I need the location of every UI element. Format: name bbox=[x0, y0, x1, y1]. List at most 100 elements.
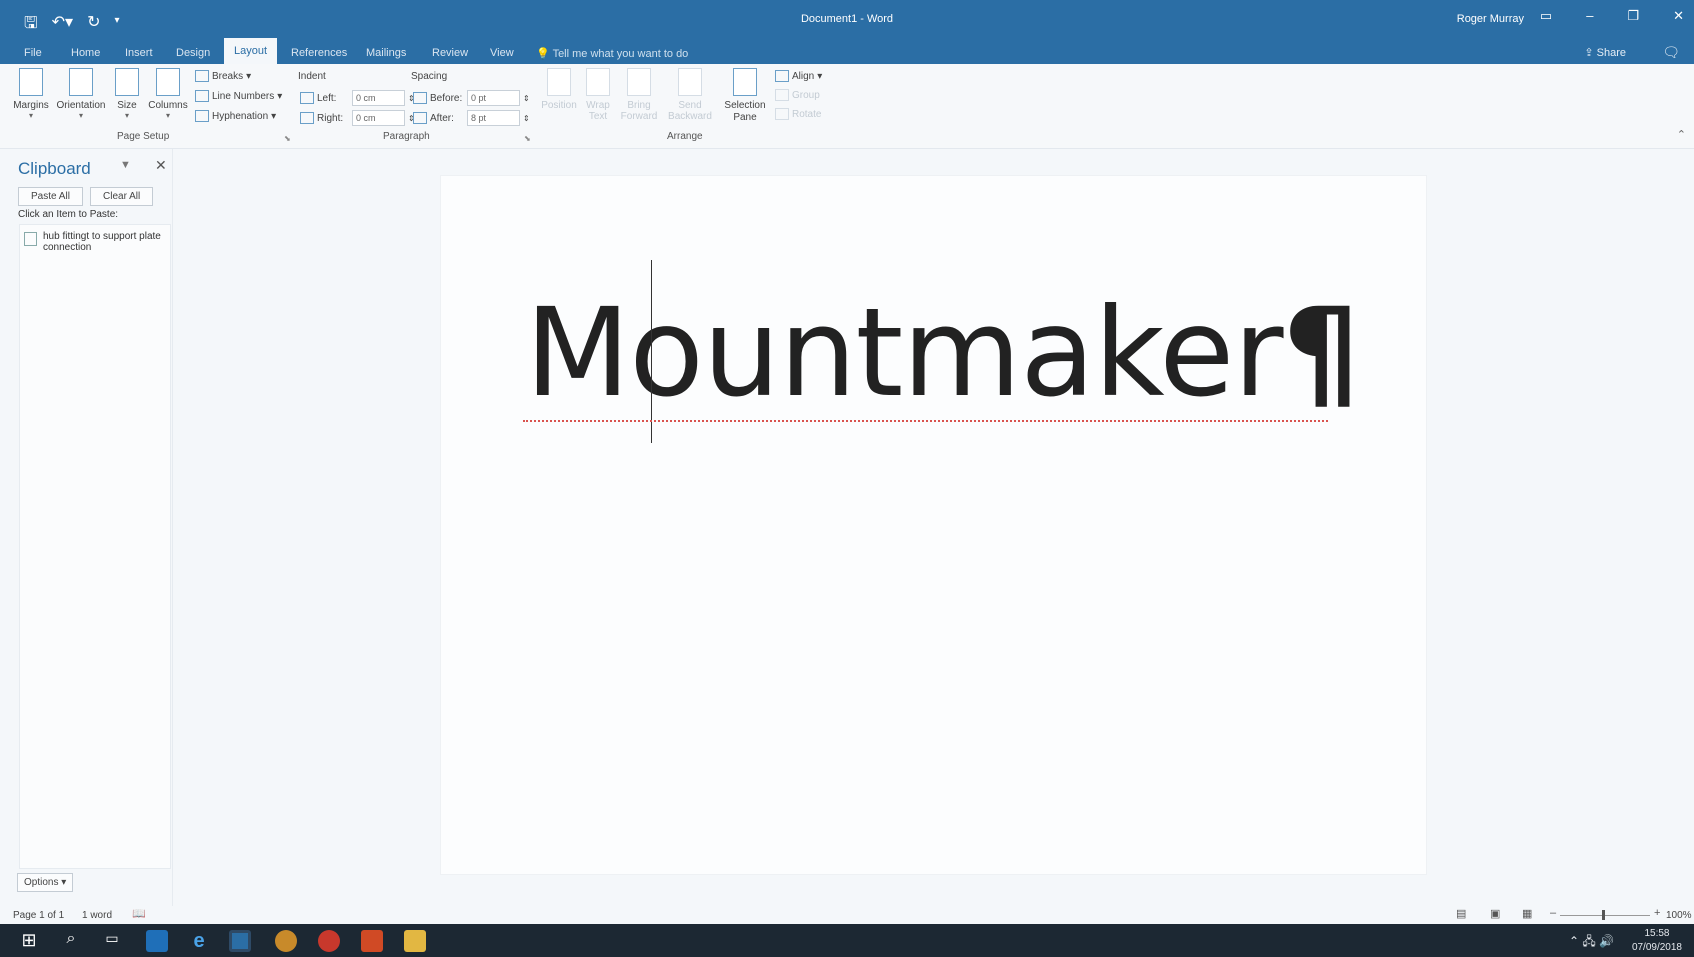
print-layout-icon[interactable]: ▣ bbox=[1490, 907, 1500, 920]
indent-right-icon bbox=[300, 112, 314, 124]
ribbon-display-icon[interactable]: ▭ bbox=[1540, 8, 1552, 24]
columns-icon bbox=[156, 68, 180, 96]
acrobat-icon[interactable] bbox=[318, 930, 340, 952]
bring-forward-icon bbox=[627, 68, 651, 96]
clipboard-pane: Clipboard ▼ ✕ Paste All Clear All Click … bbox=[0, 149, 173, 906]
spacing-after-input[interactable]: 8 pt bbox=[467, 110, 520, 126]
wrap-text-button[interactable]: Wrap Text bbox=[583, 68, 613, 122]
web-layout-icon[interactable]: ▦ bbox=[1522, 907, 1532, 920]
close-icon[interactable]: ✕ bbox=[1673, 8, 1684, 24]
task-view-icon[interactable]: ▭ bbox=[101, 930, 123, 952]
rotate-button[interactable]: Rotate bbox=[775, 108, 821, 120]
clipboard-item-icon bbox=[24, 232, 37, 246]
proofing-icon[interactable]: 📖 bbox=[132, 907, 146, 920]
zoom-in-icon[interactable]: + bbox=[1654, 907, 1660, 919]
position-icon bbox=[547, 68, 571, 96]
list-item[interactable]: hub fittingt to support plate connection bbox=[24, 231, 164, 253]
selection-pane-button[interactable]: Selection Pane bbox=[720, 68, 770, 124]
clock[interactable]: 15:58 07/09/2018 bbox=[1632, 927, 1682, 955]
bring-forward-button[interactable]: Bring Forward bbox=[616, 68, 662, 122]
line-numbers-button[interactable]: Line Numbers ▾ bbox=[195, 90, 282, 102]
clipboard-title: Clipboard bbox=[18, 159, 91, 178]
indent-right-input[interactable]: 0 cm bbox=[352, 110, 405, 126]
internet-explorer-icon[interactable]: e bbox=[188, 930, 210, 952]
indent-label: Indent bbox=[298, 71, 326, 82]
breaks-icon bbox=[195, 70, 209, 82]
outlook-icon[interactable] bbox=[146, 930, 168, 952]
group-label-arrange: Arrange bbox=[667, 131, 703, 142]
group-label-paragraph: Paragraph bbox=[383, 131, 430, 142]
spelling-underline bbox=[523, 417, 1328, 422]
margins-button[interactable]: Margins ▾ bbox=[10, 68, 52, 120]
send-backward-button[interactable]: Send Backward bbox=[666, 68, 714, 122]
windows-start-icon[interactable]: ⊞ bbox=[18, 930, 40, 952]
zoom-out-icon[interactable]: – bbox=[1550, 907, 1556, 919]
tab-file[interactable]: File bbox=[24, 42, 42, 64]
selection-pane-icon bbox=[733, 68, 757, 96]
size-icon bbox=[115, 68, 139, 96]
pane-options-icon[interactable]: ▼ bbox=[120, 159, 131, 171]
indent-left-icon bbox=[300, 92, 314, 104]
tell-me-box[interactable]: 💡 Tell me what you want to do bbox=[536, 47, 688, 60]
align-icon bbox=[775, 70, 789, 82]
align-button[interactable]: Align ▾ bbox=[775, 70, 822, 82]
document-page[interactable]: Mountmaker¶ bbox=[440, 175, 1427, 875]
group-button[interactable]: Group bbox=[775, 89, 820, 101]
collapse-ribbon-icon[interactable]: ⌃ bbox=[1677, 128, 1686, 141]
ribbon-tabs: File Home Insert Design Layout Reference… bbox=[0, 38, 1694, 64]
user-name[interactable]: Roger Murray bbox=[1457, 13, 1524, 25]
breaks-button[interactable]: Breaks ▾ bbox=[195, 70, 251, 82]
orientation-button[interactable]: Orientation ▾ bbox=[54, 68, 108, 120]
clear-all-button[interactable]: Clear All bbox=[90, 187, 154, 206]
size-button[interactable]: Size ▾ bbox=[113, 68, 141, 120]
tab-view[interactable]: View bbox=[490, 42, 514, 64]
clipboard-list: hub fittingt to support plate connection bbox=[19, 224, 171, 869]
spacing-label: Spacing bbox=[411, 71, 448, 82]
window-title: Document1 - Word bbox=[800, 13, 894, 25]
zoom-slider-thumb[interactable] bbox=[1602, 910, 1605, 920]
minimize-icon[interactable]: – bbox=[1586, 8, 1593, 24]
tab-layout[interactable]: Layout bbox=[224, 38, 278, 64]
app-icon[interactable] bbox=[275, 930, 297, 952]
tab-home[interactable]: Home bbox=[71, 42, 100, 64]
page-setup-launcher-icon[interactable]: ⬊ bbox=[284, 134, 291, 143]
hyphenation-button[interactable]: Hyphenation ▾ bbox=[195, 110, 276, 122]
taskbar: ⊞ ⌕ ▭ e ⌃ 🖧 🔊 15:58 07/09/2018 bbox=[0, 924, 1694, 957]
search-icon[interactable]: ⌕ bbox=[60, 930, 82, 952]
zoom-slider[interactable] bbox=[1560, 915, 1650, 916]
spacing-after: After: 8 pt ⇕ bbox=[413, 110, 530, 126]
tab-review[interactable]: Review bbox=[432, 42, 468, 64]
tab-references[interactable]: References bbox=[291, 42, 347, 64]
system-tray[interactable]: ⌃ 🖧 🔊 bbox=[1569, 932, 1614, 953]
paragraph-launcher-icon[interactable]: ⬊ bbox=[524, 134, 531, 143]
margins-icon bbox=[19, 68, 43, 96]
group-label-page-setup: Page Setup bbox=[117, 131, 170, 142]
columns-button[interactable]: Columns ▾ bbox=[146, 68, 190, 120]
paste-all-button[interactable]: Paste All bbox=[18, 187, 83, 206]
word-icon[interactable] bbox=[229, 930, 251, 952]
close-icon[interactable]: ✕ bbox=[155, 157, 167, 174]
page-count[interactable]: Page 1 of 1 bbox=[13, 910, 64, 921]
paragraph-mark: ¶ bbox=[1282, 282, 1361, 424]
title-bar: 🖫 ↶▾ ↻ ▾ Document1 - Word Roger Murray ▭… bbox=[0, 0, 1694, 42]
restore-icon[interactable]: ❐ bbox=[1627, 8, 1639, 24]
share-icon: ⇪ bbox=[1584, 47, 1597, 59]
rotate-icon bbox=[775, 108, 789, 120]
word-count[interactable]: 1 word bbox=[82, 910, 112, 921]
powerpoint-icon[interactable] bbox=[361, 930, 383, 952]
position-button[interactable]: Position bbox=[538, 68, 580, 111]
share-button[interactable]: ⇪ Share bbox=[1584, 46, 1626, 59]
file-explorer-icon[interactable] bbox=[404, 930, 426, 952]
tab-design[interactable]: Design bbox=[176, 42, 210, 64]
read-mode-icon[interactable]: ▤ bbox=[1456, 907, 1466, 920]
indent-left-input[interactable]: 0 cm bbox=[352, 90, 405, 106]
ribbon-layout: Margins ▾ Orientation ▾ Size ▾ Columns ▾ Bre… bbox=[0, 64, 1694, 149]
tab-insert[interactable]: Insert bbox=[125, 42, 153, 64]
hyphenation-icon bbox=[195, 110, 209, 122]
zoom-level[interactable]: 100% bbox=[1666, 910, 1692, 921]
options-button[interactable]: Options ▾ bbox=[17, 873, 74, 892]
tab-mailings[interactable]: Mailings bbox=[366, 42, 406, 64]
spacing-before-input[interactable]: 0 pt bbox=[467, 90, 520, 106]
comments-icon[interactable]: 🗨 bbox=[1662, 44, 1680, 61]
status-bar: Page 1 of 1 1 word 📖 ▤ ▣ ▦ – + 100% bbox=[0, 906, 1694, 924]
